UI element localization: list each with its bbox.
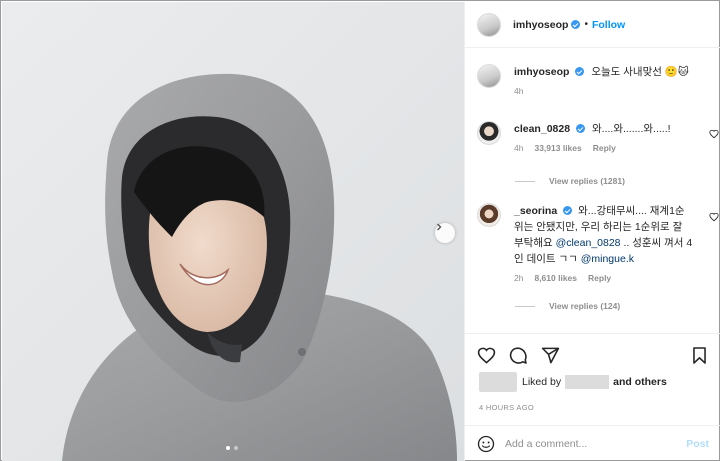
post-window: imhyoseop • Follow imhyoseop 오늘도 사내맞선 🙂🐱… <box>0 0 720 461</box>
author-avatar[interactable] <box>477 12 501 37</box>
caption-text-line: imhyoseop 오늘도 사내맞선 🙂🐱 <box>514 64 694 80</box>
liked-by-prefix: Liked by <box>522 376 562 388</box>
view-replies-button[interactable]: View replies (124) <box>515 301 620 311</box>
view-replies-button[interactable]: View replies (1281) <box>515 176 625 186</box>
comment-icon[interactable] <box>509 346 528 365</box>
comment-like-heart-icon[interactable] <box>709 212 719 222</box>
smiley-icon[interactable] <box>477 435 495 453</box>
commenter-avatar[interactable] <box>477 121 501 145</box>
likes-summary[interactable]: Liked by and others <box>479 372 667 392</box>
carousel-dot <box>234 446 238 450</box>
comment-item: clean_0828 와....와.......와.....! 4h 33,91… <box>477 121 719 153</box>
post-photo[interactable] <box>2 2 464 461</box>
post-side-panel: imhyoseop • Follow imhyoseop 오늘도 사내맞선 🙂🐱… <box>464 2 720 461</box>
comment-username[interactable]: clean_0828 <box>514 123 570 135</box>
reply-button[interactable]: Reply <box>588 273 611 283</box>
caption-time: 4h <box>514 86 524 96</box>
comment-likes-count[interactable]: 8,610 likes <box>534 273 577 283</box>
post-actions: Liked by and others 4 HOURS AGO <box>465 333 720 425</box>
add-comment-bar: Post <box>465 425 720 461</box>
comment-text: 와....와.......와.....! <box>591 123 671 135</box>
author-username[interactable]: imhyoseop <box>513 19 568 31</box>
verified-badge-icon <box>563 206 573 215</box>
caption-username[interactable]: imhyoseop <box>514 66 569 78</box>
follow-button[interactable]: Follow <box>592 19 625 31</box>
liked-by-suffix[interactable]: and others <box>613 376 667 388</box>
comment-meta: 2h 8,610 likes Reply <box>514 273 694 283</box>
comment-time: 2h <box>514 273 524 283</box>
caption-text: 오늘도 사내맞선 🙂🐱 <box>591 66 689 78</box>
heart-icon[interactable] <box>477 346 496 365</box>
comment-username[interactable]: _seorina <box>514 205 557 217</box>
caption-avatar[interactable] <box>477 64 501 88</box>
post-header: imhyoseop • Follow <box>465 2 720 48</box>
carousel-next-button[interactable] <box>435 223 455 243</box>
caption-meta: 4h <box>514 86 694 96</box>
verified-badge-icon <box>575 67 585 76</box>
comment-text-line: _seorina 와...강태무씨.... 재계1순위는 안됐지만, 우리 하리… <box>514 203 694 267</box>
comment-time: 4h <box>514 143 524 153</box>
bookmark-icon[interactable] <box>690 346 709 365</box>
paper-plane-icon[interactable] <box>541 346 560 365</box>
reply-button[interactable]: Reply <box>593 143 616 153</box>
chevron-right-icon <box>437 223 442 231</box>
comment-input[interactable] <box>505 437 675 450</box>
liker-avatar-redacted <box>479 372 517 392</box>
action-icons <box>477 346 560 365</box>
comment-text-line: clean_0828 와....와.......와.....! <box>514 121 694 137</box>
view-replies-label: View replies (124) <box>549 301 621 311</box>
commenter-avatar[interactable] <box>477 203 501 227</box>
post-timestamp[interactable]: 4 HOURS AGO <box>479 403 534 412</box>
caption: imhyoseop 오늘도 사내맞선 🙂🐱 4h <box>477 64 717 96</box>
carousel-indicator <box>226 446 238 450</box>
view-replies-line <box>515 305 535 307</box>
view-replies-line <box>515 180 535 182</box>
liker-name-redacted <box>565 375 610 389</box>
comment-mention[interactable]: @clean_0828 <box>556 237 621 249</box>
view-replies-label: View replies (1281) <box>549 176 625 186</box>
comment-meta: 4h 33,913 likes Reply <box>514 143 694 153</box>
photo-illustration <box>2 2 464 461</box>
header-separator: • <box>584 19 588 30</box>
comment-mention[interactable]: @mingue.k <box>581 253 634 265</box>
comment-like-heart-icon[interactable] <box>709 129 719 139</box>
comment-likes-count[interactable]: 33,913 likes <box>534 143 581 153</box>
verified-badge-icon <box>576 124 586 133</box>
verified-badge-icon <box>571 20 581 29</box>
comment-item: _seorina 와...강태무씨.... 재계1순위는 안됐지만, 우리 하리… <box>477 203 719 283</box>
post-comment-button[interactable]: Post <box>686 438 709 450</box>
carousel-dot-active <box>226 446 230 450</box>
